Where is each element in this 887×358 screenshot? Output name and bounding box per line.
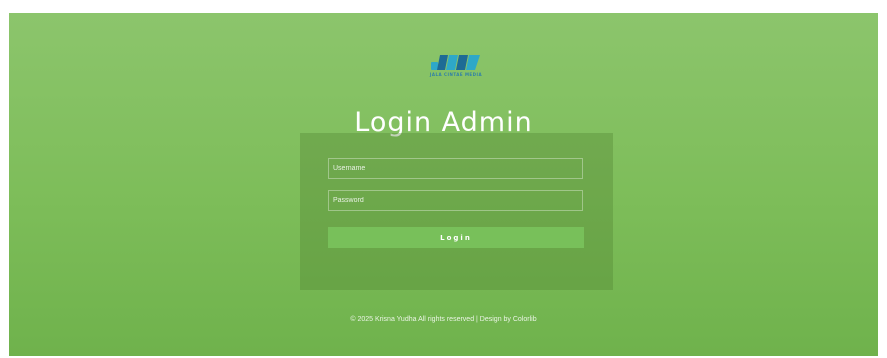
login-form: Login: [300, 133, 613, 290]
logo-tagline: JALA CINTAE MEDIA: [429, 72, 483, 77]
password-input[interactable]: [328, 190, 583, 211]
jimmy-logo-icon: [431, 55, 480, 70]
username-input[interactable]: [328, 158, 583, 179]
login-page: JALA CINTAE MEDIA Login Admin Login © 20…: [9, 13, 878, 356]
brand-logo: JALA CINTAE MEDIA: [423, 53, 489, 83]
login-button[interactable]: Login: [328, 227, 584, 248]
footer-copyright: © 2025 Krisna Yudha All rights reserved …: [350, 316, 537, 323]
